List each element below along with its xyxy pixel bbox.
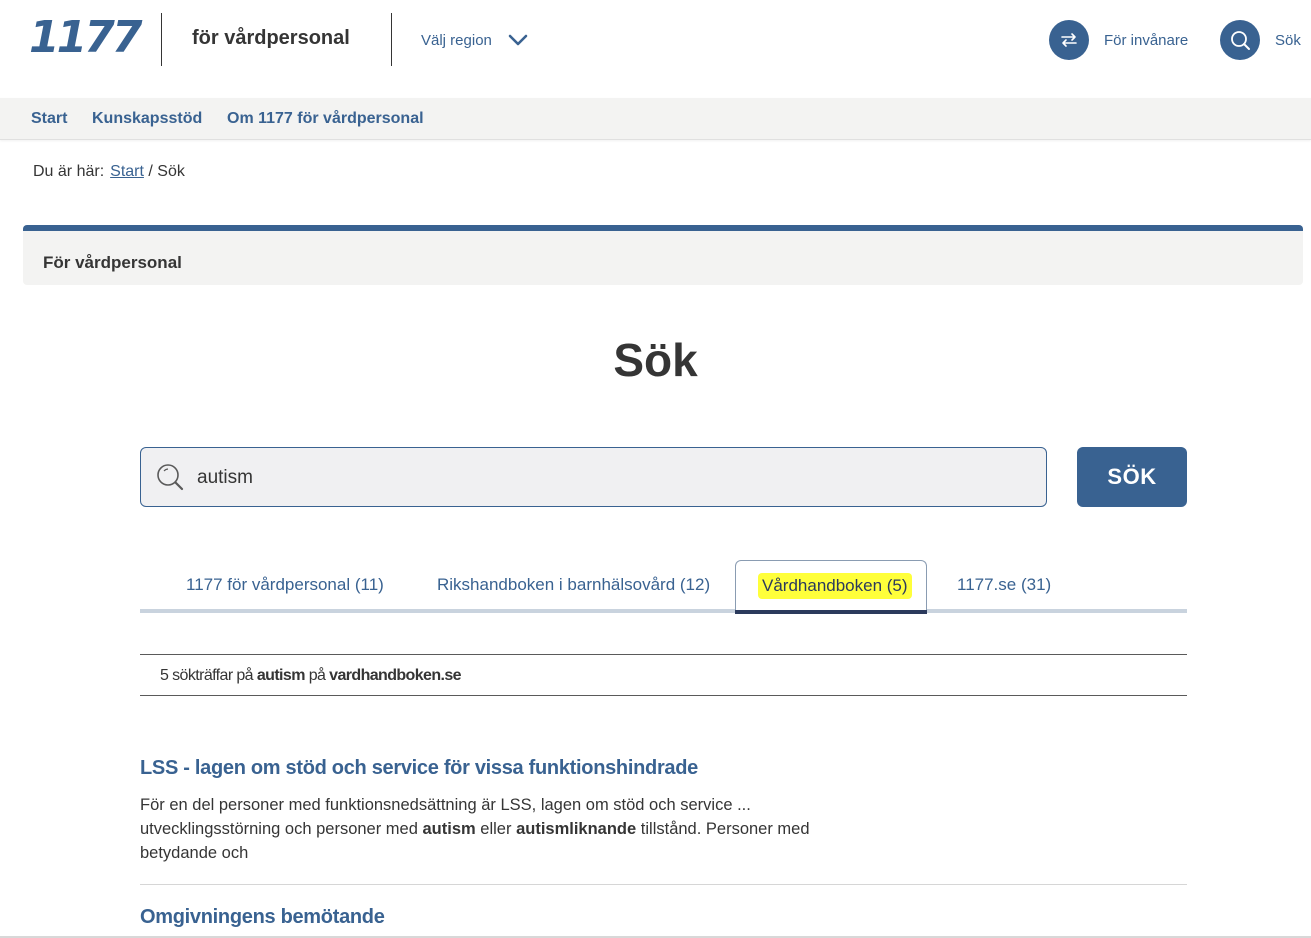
search-icon	[155, 462, 185, 492]
tab-vardhandboken-label: Vårdhandboken (5)	[758, 573, 912, 599]
result-title-link[interactable]: LSS - lagen om stöd och service för viss…	[140, 757, 698, 780]
section-banner: För vårdpersonal	[23, 225, 1303, 285]
search-input[interactable]	[197, 458, 1027, 498]
nav-item-kunskapsstod[interactable]: Kunskapsstöd	[92, 110, 202, 128]
region-selector[interactable]: Välj region	[421, 30, 528, 50]
site-header: 1177 för vårdpersonal Välj region För in…	[0, 0, 1311, 98]
logo-1177[interactable]: 1177	[29, 16, 142, 60]
nav-item-om[interactable]: Om 1177 för vårdpersonal	[227, 110, 424, 128]
header-search-label: Sök	[1275, 31, 1301, 49]
search-button[interactable]: SÖK	[1077, 447, 1187, 507]
tab-1177-se[interactable]: 1177.se (31)	[957, 575, 1051, 595]
result-snippet: För en del personer med funktionsnedsätt…	[140, 796, 810, 862]
header-divider	[161, 13, 162, 66]
results-summary: 5 sökträffar på autism på vardhandboken.…	[140, 654, 1187, 696]
nav-item-start[interactable]: Start	[31, 110, 67, 128]
tab-vardhandboken[interactable]: Vårdhandboken (5)	[735, 560, 927, 614]
tab-1177-for-vardpersonal[interactable]: 1177 för vårdpersonal (11)	[186, 575, 384, 595]
breadcrumb-current: Sök	[157, 163, 185, 180]
results-summary-site: vardhandboken.se	[329, 667, 461, 684]
swap-arrows-icon	[1049, 20, 1089, 60]
tab-rikshandboken[interactable]: Rikshandboken i barnhälsovård (12)	[437, 575, 710, 595]
breadcrumb-link-start[interactable]: Start	[110, 163, 144, 180]
result-title-link[interactable]: Omgivningens bemötande	[140, 906, 385, 929]
result-divider	[140, 884, 1187, 885]
section-banner-title: För vårdpersonal	[43, 253, 182, 272]
tabs-underline	[140, 609, 1187, 613]
search-field[interactable]	[140, 447, 1047, 507]
page-title: Sök	[613, 334, 698, 386]
region-selector-label: Välj region	[421, 31, 492, 49]
results-summary-query: autism	[256, 667, 306, 684]
active-tab-indicator	[735, 610, 927, 614]
results-summary-text: 5 sökträffar på autism på vardhandboken.…	[160, 667, 462, 684]
search-icon	[1220, 20, 1260, 60]
chevron-down-icon	[508, 30, 528, 50]
main-nav: Start Kunskapsstöd Om 1177 för vårdperso…	[0, 98, 1311, 140]
header-divider	[391, 13, 392, 66]
for-invanare-label: För invånare	[1104, 31, 1189, 49]
site-subtitle[interactable]: för vårdpersonal	[192, 27, 350, 50]
breadcrumb: Du är här: Start / Sök	[33, 163, 185, 181]
breadcrumb-separator: /	[148, 163, 153, 180]
breadcrumb-prefix: Du är här:	[33, 163, 105, 180]
header-search-link[interactable]: Sök	[1220, 20, 1301, 60]
for-invanare-link[interactable]: För invånare	[1049, 20, 1188, 60]
